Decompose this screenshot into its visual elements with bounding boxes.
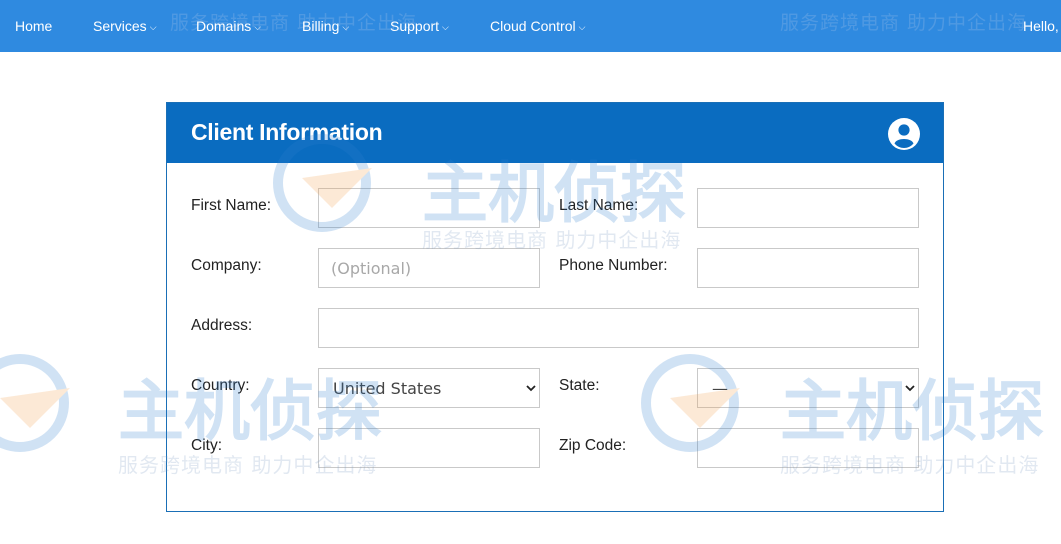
nav-support-menu[interactable]: Support ⌵ (390, 0, 449, 52)
nav-billing-label: Billing (302, 18, 340, 34)
nav-services-label: Services (93, 18, 147, 34)
nav-services-menu[interactable]: Services ⌵ (93, 0, 157, 52)
country-label: Country: (191, 377, 250, 394)
nav-hello-label: Hello, (1023, 18, 1059, 34)
company-label: Company: (191, 257, 262, 274)
country-select[interactable]: United States (318, 368, 540, 408)
chevron-down-icon: ⌵ (442, 22, 449, 32)
city-label: City: (191, 437, 222, 454)
nav-domains-menu[interactable]: Domains ⌵ (196, 0, 261, 52)
first-name-label: First Name: (191, 197, 272, 214)
nav-billing-menu[interactable]: Billing ⌵ (302, 0, 349, 52)
city-input[interactable] (318, 428, 540, 468)
top-navigation: 服务跨境电商 助力中企出海 服务跨境电商 助力中企出海 Home Service… (0, 0, 1061, 52)
address-input[interactable] (318, 308, 919, 348)
state-label: State: (559, 377, 600, 394)
chevron-down-icon: ⌵ (254, 22, 262, 32)
chevron-down-icon: ⌵ (578, 22, 586, 32)
address-label: Address: (191, 317, 253, 334)
card-title: Client Information (191, 119, 383, 145)
zip-code-label: Zip Code: (559, 437, 627, 454)
phone-number-input[interactable] (697, 248, 919, 288)
nav-home-label: Home (15, 18, 53, 34)
company-input[interactable] (318, 248, 540, 288)
chevron-down-icon: ⌵ (342, 22, 350, 32)
client-information-card: Client Information First Name: Last Name… (166, 102, 944, 512)
state-select[interactable]: — (697, 368, 919, 408)
card-header: Client Information (167, 103, 943, 163)
first-name-input[interactable] (318, 188, 540, 228)
last-name-label: Last Name: (559, 197, 639, 214)
nav-cloud-control-label: Cloud Control (490, 18, 576, 34)
watermark-logo-icon (0, 354, 70, 452)
nav-user-greeting[interactable]: Hello, (1023, 0, 1059, 52)
nav-watermark-slogan-right: 服务跨境电商 助力中企出海 (780, 12, 1028, 34)
zip-code-input[interactable] (697, 428, 919, 468)
nav-domains-label: Domains (196, 18, 252, 34)
user-circle-icon (888, 118, 920, 150)
nav-home-link[interactable]: Home (15, 0, 52, 52)
phone-number-label: Phone Number: (559, 257, 668, 274)
last-name-input[interactable] (697, 188, 919, 228)
nav-cloud-control-menu[interactable]: Cloud Control ⌵ (490, 0, 585, 52)
nav-support-label: Support (390, 18, 440, 34)
chevron-down-icon: ⌵ (149, 22, 157, 32)
